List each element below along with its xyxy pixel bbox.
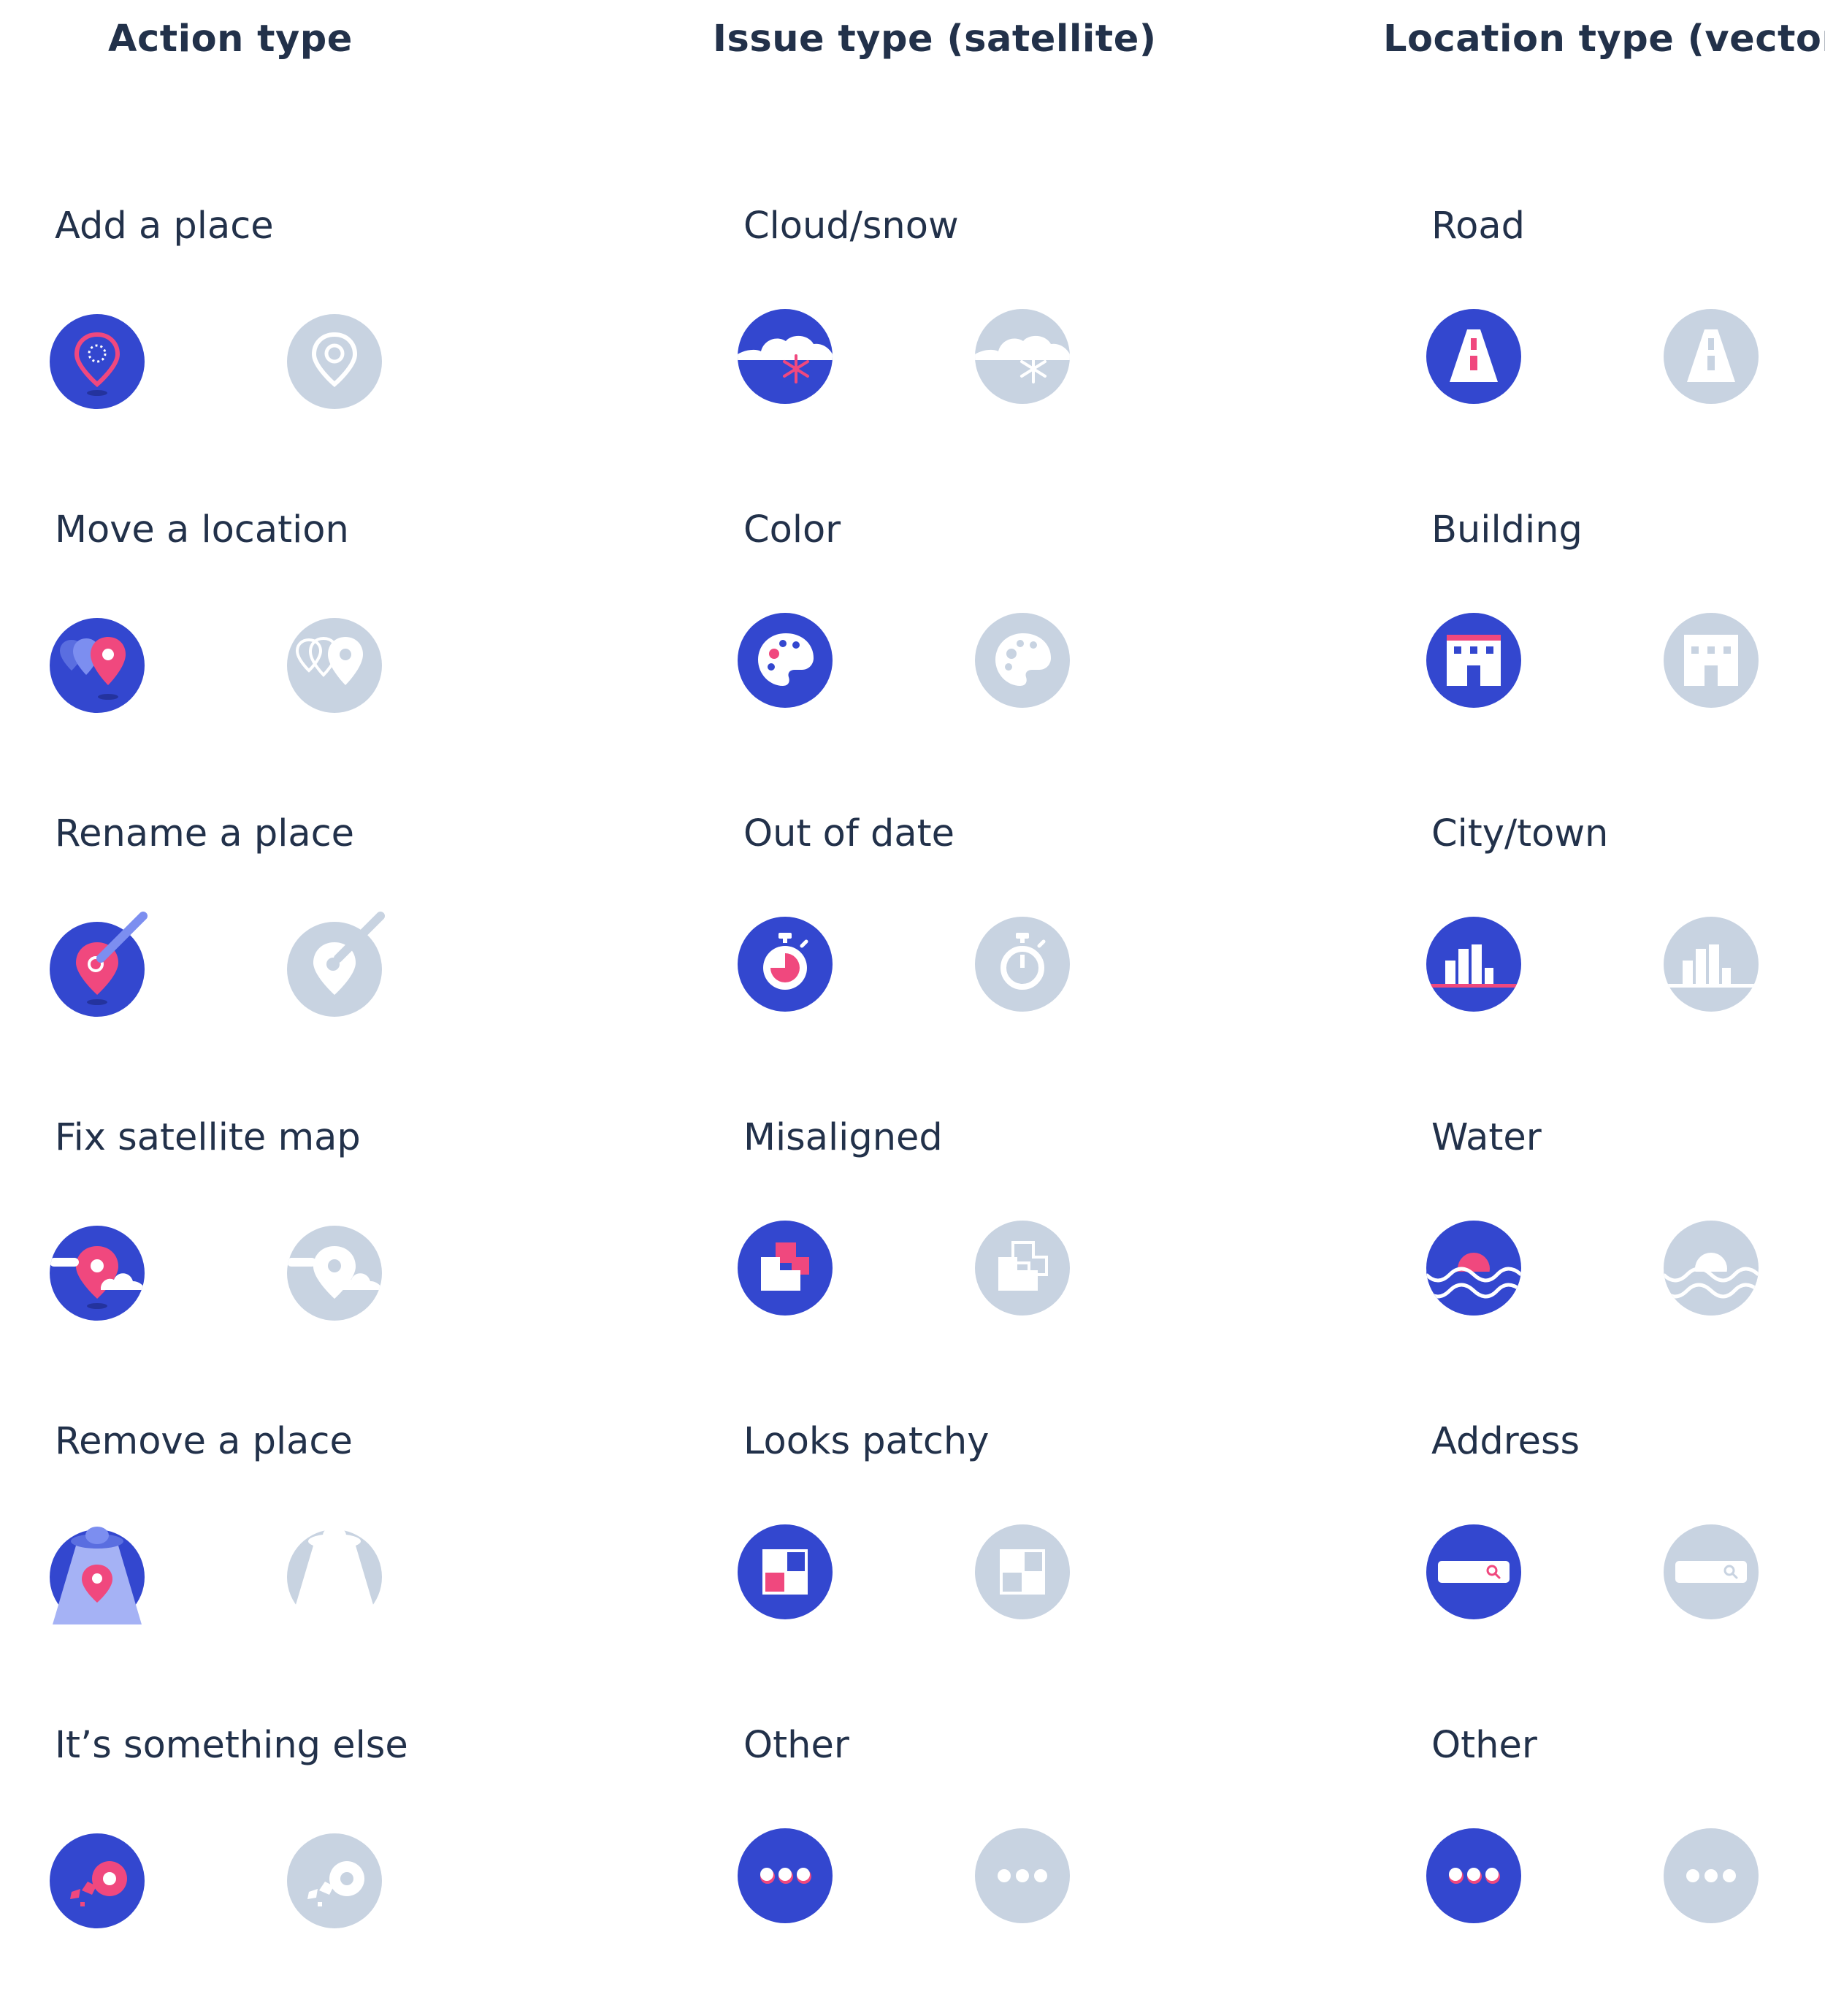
item-label: Color [743, 508, 841, 551]
move-pins-icon[interactable] [287, 618, 382, 713]
building-icon[interactable] [1426, 613, 1521, 708]
list-item: City/town [1426, 812, 1825, 1104]
pin-pencil-icon[interactable] [287, 912, 385, 1017]
item-label: Building [1431, 508, 1583, 551]
pin-ufo-icon[interactable] [50, 1527, 145, 1624]
item-label: Looks patchy [743, 1420, 990, 1463]
map-pin-icon[interactable] [287, 314, 382, 409]
item-label: Add a place [55, 205, 274, 248]
water-waves-icon[interactable] [1426, 1221, 1521, 1316]
list-item: Address [1426, 1420, 1825, 1712]
list-item: Remove a place [50, 1420, 624, 1712]
stopwatch-icon[interactable] [975, 917, 1070, 1012]
building-icon[interactable] [1664, 613, 1759, 708]
item-label: Cloud/snow [743, 205, 959, 248]
pin-pencil-icon[interactable] [50, 912, 148, 1017]
pin-ufo-icon[interactable] [287, 1527, 382, 1624]
pin-clouds-icon[interactable] [287, 1226, 382, 1321]
list-item: Color [738, 508, 1313, 801]
column-heading: Issue type (satellite) [713, 18, 1157, 61]
more-dots-icon[interactable] [738, 1828, 833, 1923]
misaligned-squares-icon[interactable] [738, 1221, 833, 1316]
list-item: Add a place [50, 205, 624, 497]
palette-icon[interactable] [738, 613, 833, 708]
water-waves-icon[interactable] [1664, 1221, 1759, 1316]
misaligned-squares-icon[interactable] [975, 1221, 1070, 1316]
list-item: Out of date [738, 812, 1313, 1104]
broken-pin-icon[interactable] [287, 1833, 382, 1928]
patchy-grid-icon[interactable] [738, 1524, 833, 1619]
list-item: Building [1426, 508, 1825, 801]
more-dots-icon[interactable] [975, 1828, 1070, 1923]
pin-clouds-icon[interactable] [50, 1226, 145, 1321]
item-label: Water [1431, 1116, 1542, 1159]
address-search-icon[interactable] [1664, 1524, 1759, 1619]
list-item: Water [1426, 1116, 1825, 1408]
item-label: It’s something else [55, 1724, 408, 1767]
item-label: Address [1431, 1420, 1580, 1463]
item-label: City/town [1431, 812, 1609, 855]
item-label: Rename a place [55, 812, 355, 855]
item-label: Road [1431, 205, 1525, 248]
item-label: Out of date [743, 812, 955, 855]
column-action-type: Action type Add a place Move a location … [50, 0, 624, 1944]
item-label: Other [743, 1724, 849, 1767]
palette-icon[interactable] [975, 613, 1070, 708]
list-item: Move a location [50, 508, 624, 801]
more-dots-icon[interactable] [1664, 1828, 1759, 1923]
list-item: Other [1426, 1724, 1825, 2016]
stopwatch-icon[interactable] [738, 917, 833, 1012]
city-icon[interactable] [1664, 917, 1759, 1012]
cloud-snow-icon[interactable] [738, 309, 833, 404]
list-item: It’s something else [50, 1724, 624, 2016]
map-pin-icon[interactable] [50, 314, 145, 409]
road-icon[interactable] [1664, 309, 1759, 404]
address-search-icon[interactable] [1426, 1524, 1521, 1619]
list-item: Cloud/snow [738, 205, 1313, 497]
road-icon[interactable] [1426, 309, 1521, 404]
item-label: Fix satellite map [55, 1116, 361, 1159]
item-label: Other [1431, 1724, 1537, 1767]
list-item: Misaligned [738, 1116, 1313, 1408]
list-item: Other [738, 1724, 1313, 2016]
more-dots-icon[interactable] [1426, 1828, 1521, 1923]
city-icon[interactable] [1426, 917, 1521, 1012]
item-label: Move a location [55, 508, 349, 551]
column-heading: Action type [108, 18, 353, 61]
broken-pin-icon[interactable] [50, 1833, 145, 1928]
patchy-grid-icon[interactable] [975, 1524, 1070, 1619]
column-location-type: Location type (vector) Road Building Cit… [1383, 0, 1825, 1944]
column-issue-type: Issue type (satellite) Cloud/snow Color … [713, 0, 1313, 1944]
list-item: Fix satellite map [50, 1116, 624, 1408]
item-label: Misaligned [743, 1116, 943, 1159]
column-heading: Location type (vector) [1383, 18, 1825, 61]
cloud-snow-icon[interactable] [975, 309, 1070, 404]
list-item: Rename a place [50, 812, 624, 1104]
item-label: Remove a place [55, 1420, 353, 1463]
list-item: Looks patchy [738, 1420, 1313, 1712]
list-item: Road [1426, 205, 1825, 497]
move-pins-icon[interactable] [50, 618, 145, 713]
